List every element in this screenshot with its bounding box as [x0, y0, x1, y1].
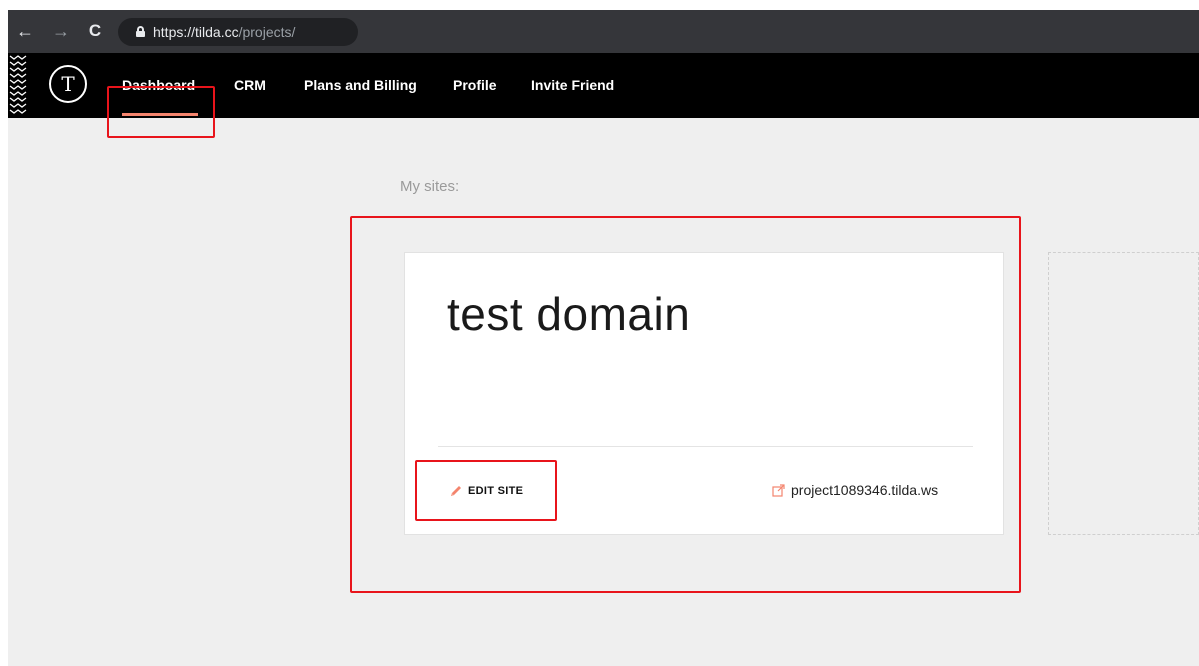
highlight-edit-site: [415, 460, 557, 521]
lock-icon: [136, 26, 145, 37]
forward-icon[interactable]: →: [52, 22, 70, 40]
tilda-logo[interactable]: T: [49, 65, 87, 103]
reload-icon[interactable]: C: [86, 22, 104, 40]
add-site-placeholder[interactable]: [1048, 252, 1199, 535]
address-bar[interactable]: https://tilda.cc/projects/: [118, 18, 358, 46]
nav-crm[interactable]: CRM: [234, 76, 266, 94]
highlight-dashboard: [107, 86, 215, 138]
zigzag-decoration: [9, 55, 27, 114]
browser-toolbar: ← → C https://tilda.cc/projects/: [8, 10, 1199, 53]
highlight-site-card: [350, 216, 1021, 593]
nav-invite-friend[interactable]: Invite Friend: [531, 76, 614, 94]
url-host: https://tilda.cc: [153, 24, 239, 40]
nav-plans-and-billing[interactable]: Plans and Billing: [304, 76, 417, 94]
back-icon[interactable]: ←: [16, 22, 34, 40]
my-sites-label: My sites:: [400, 178, 460, 195]
nav-profile[interactable]: Profile: [453, 76, 497, 94]
url-path: /projects/: [238, 24, 296, 40]
url-text: https://tilda.cc/projects/: [153, 24, 295, 40]
